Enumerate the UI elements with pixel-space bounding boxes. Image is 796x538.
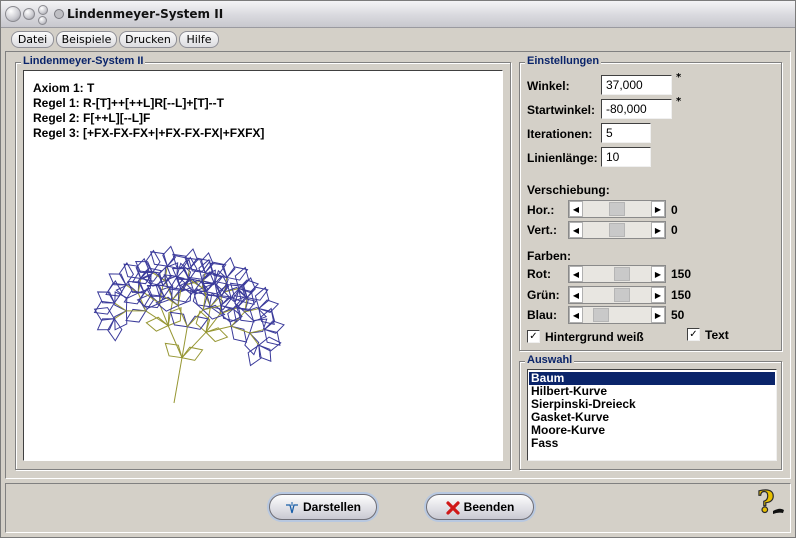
hor-scroll-thumb[interactable] (609, 202, 625, 216)
vert-scroll-thumb[interactable] (609, 223, 625, 237)
hor-value: 0 (671, 203, 678, 217)
gruen-value: 150 (671, 288, 692, 302)
menu-hilfe[interactable]: Hilfe (179, 31, 219, 48)
iterationen-input[interactable]: 5 (601, 123, 651, 143)
blau-scroll-thumb[interactable] (593, 308, 610, 322)
gruen-label: Grün: (527, 288, 560, 302)
red-x-icon (446, 501, 460, 515)
rot-scroll-right-arrow[interactable]: ▶ (651, 266, 665, 282)
text-checkbox[interactable]: ✓ (687, 328, 700, 341)
winkel-label: Winkel: (527, 79, 570, 93)
drawing-group-title: Lindenmeyer-System II (21, 55, 146, 67)
app-window: Lindenmeyer-System II Datei Beispiele Dr… (0, 0, 796, 538)
rot-value: 150 (671, 267, 692, 281)
linienlaenge-label: Linienlänge: (527, 151, 598, 165)
gruen-scroll-left-arrow[interactable]: ◀ (569, 287, 583, 303)
drawing-canvas[interactable]: Axiom 1: T Regel 1: R-[T]++[++L]R[--L]+[… (23, 70, 503, 461)
question-mark-icon[interactable]: ? (753, 485, 787, 519)
winkel-mark: * (676, 72, 682, 83)
verschiebung-label: Verschiebung: (527, 183, 610, 197)
gruen-scroll-right-arrow[interactable]: ▶ (651, 287, 665, 303)
plot-icon (285, 501, 298, 513)
window-icon (54, 9, 64, 19)
hor-label: Hor.: (527, 203, 555, 217)
rot-scroll-left-arrow[interactable]: ◀ (569, 266, 583, 282)
selection-group-title: Auswahl (525, 354, 575, 366)
startwinkel-input[interactable]: -80,000 (601, 99, 672, 119)
beenden-button[interactable]: Beenden (426, 494, 534, 520)
iterationen-label: Iterationen: (527, 127, 593, 141)
vert-scroll-right-arrow[interactable]: ▶ (651, 222, 665, 238)
window-menu-orb[interactable] (38, 16, 47, 25)
menu-bar: Datei Beispiele Drucken Hilfe (1, 29, 795, 49)
list-item-moore-kurve[interactable]: Moore-Kurve (529, 424, 775, 437)
rot-scroll-thumb[interactable] (613, 267, 630, 281)
list-item-fass[interactable]: Fass (529, 437, 775, 450)
vert-scrollbar[interactable]: ◀ ▶ (568, 221, 666, 239)
menu-beispiele[interactable]: Beispiele (56, 31, 117, 48)
menu-drucken[interactable]: Drucken (119, 31, 177, 48)
darstellen-button[interactable]: Darstellen (269, 494, 377, 520)
gruen-scroll-thumb[interactable] (613, 288, 630, 302)
gruen-scrollbar[interactable]: ◀ ▶ (568, 286, 666, 304)
vert-value: 0 (671, 223, 678, 237)
hor-scrollbar[interactable]: ◀ ▶ (568, 200, 666, 218)
menu-datei[interactable]: Datei (11, 31, 54, 48)
linienlaenge-input[interactable]: 10 (601, 147, 651, 167)
text-label: Text (705, 328, 729, 342)
blau-scroll-right-arrow[interactable]: ▶ (651, 307, 665, 323)
blau-scroll-left-arrow[interactable]: ◀ (569, 307, 583, 323)
title-bar: Lindenmeyer-System II (1, 1, 795, 28)
hintergrund-weiss-checkbox[interactable]: ✓ (527, 330, 540, 343)
blau-scrollbar[interactable]: ◀ ▶ (568, 306, 666, 324)
rot-label: Rot: (527, 267, 551, 281)
beenden-label: Beenden (463, 500, 515, 514)
window-minimize-orb[interactable] (23, 8, 35, 20)
hor-scroll-left-arrow[interactable]: ◀ (569, 201, 583, 217)
farben-label: Farben: (527, 249, 572, 263)
hor-scroll-right-arrow[interactable]: ▶ (651, 201, 665, 217)
winkel-input[interactable]: 37,000 (601, 75, 672, 95)
svg-text:?: ? (757, 485, 775, 519)
startwinkel-label: Startwinkel: (527, 103, 596, 117)
vert-label: Vert.: (527, 223, 558, 237)
blau-label: Blau: (527, 308, 557, 322)
window-close-orb[interactable] (5, 6, 21, 22)
darstellen-label: Darstellen (302, 500, 362, 514)
lsystem-tree-drawing (93, 245, 285, 404)
window-maximize-orb[interactable] (38, 5, 48, 15)
bottom-bar (5, 483, 791, 533)
startwinkel-mark: * (676, 96, 682, 107)
hintergrund-weiss-label: Hintergrund weiß (545, 330, 644, 344)
blau-value: 50 (671, 308, 685, 322)
vert-scroll-left-arrow[interactable]: ◀ (569, 222, 583, 238)
settings-group-title: Einstellungen (525, 55, 602, 67)
selection-listbox[interactable]: Baum Hilbert-Kurve Sierpinski-Dreieck Ga… (527, 369, 777, 461)
window-title: Lindenmeyer-System II (67, 7, 224, 21)
rot-scrollbar[interactable]: ◀ ▶ (568, 265, 666, 283)
